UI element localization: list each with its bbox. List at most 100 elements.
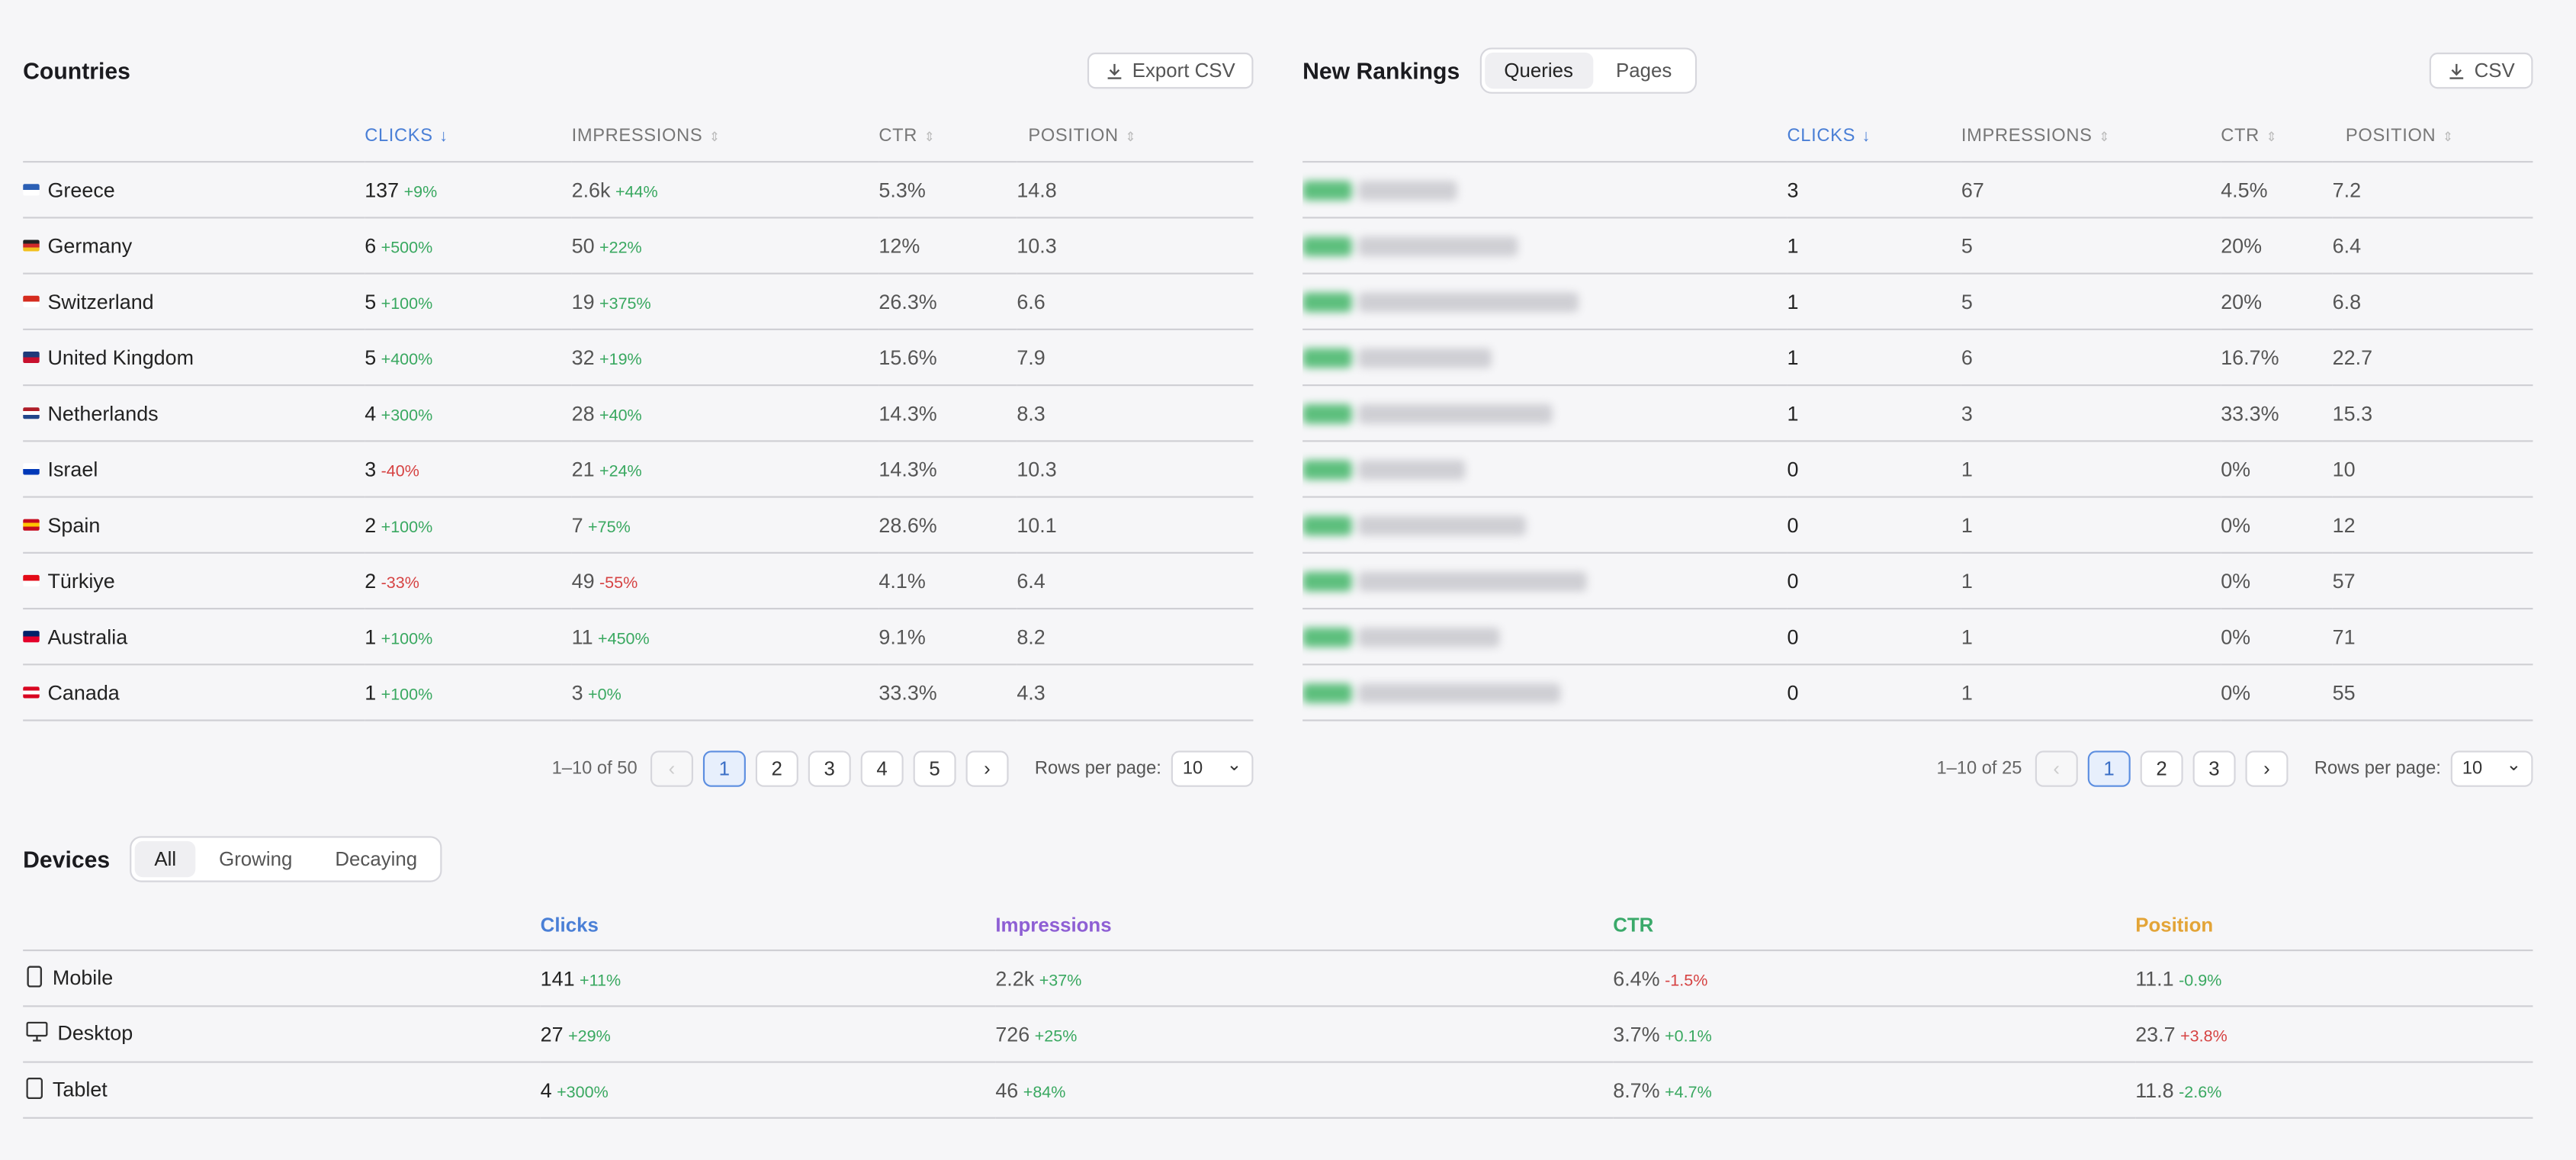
- impressions-cell: 28 +40%: [571, 385, 879, 442]
- clicks-delta: +300%: [557, 1083, 609, 1102]
- device-column-header: [23, 900, 541, 952]
- csv-button[interactable]: CSV: [2430, 52, 2533, 89]
- table-row[interactable]: United Kingdom 5 +400% 32 +19% 15.6% 7.9: [23, 329, 1254, 387]
- next-page-button[interactable]: ›: [965, 750, 1009, 787]
- page-button-5[interactable]: 5: [913, 750, 956, 787]
- page-button-3[interactable]: 3: [2192, 750, 2236, 787]
- table-row[interactable]: 3 67 4.5% 7.2: [1302, 162, 2533, 219]
- clicks-value: 27: [540, 1022, 564, 1046]
- position-cell: 4.3: [1017, 664, 1254, 721]
- table-row[interactable]: 0 1 0% 12: [1302, 496, 2533, 554]
- position-cell: 11.1 -0.9%: [2135, 950, 2533, 1007]
- tab-queries[interactable]: Queries: [1484, 52, 1593, 89]
- position-column-header[interactable]: Position ⇕: [2332, 111, 2533, 163]
- table-row[interactable]: 0 1 0% 55: [1302, 664, 2533, 721]
- table-row[interactable]: Switzerland 5 +100% 19 +375% 26.3% 6.6: [23, 273, 1254, 330]
- tab-decaying[interactable]: Decaying: [316, 841, 437, 877]
- clicks-column-header[interactable]: Clicks ↓: [365, 111, 572, 163]
- page-button-1[interactable]: 1: [702, 750, 746, 787]
- impressions-cell-delta: -55%: [599, 574, 638, 593]
- ctr-cell: 26.3%: [878, 273, 1017, 330]
- page-button-2[interactable]: 2: [2140, 750, 2183, 787]
- table-row[interactable]: 0 1 0% 71: [1302, 609, 2533, 666]
- clicks-value: 5: [365, 290, 377, 313]
- position-cell-value: 71: [2332, 625, 2356, 648]
- table-row[interactable]: 0 1 0% 10: [1302, 441, 2533, 498]
- impressions-cell-delta: +84%: [1023, 1083, 1066, 1102]
- table-row[interactable]: Desktop 27 +29% 726 +25% 3.7% +0.1% 23.7 +3.8%: [23, 1006, 2533, 1063]
- flag-icon: [23, 239, 40, 251]
- next-page-button[interactable]: ›: [2245, 750, 2289, 787]
- page-button-4[interactable]: 4: [860, 750, 904, 787]
- table-row[interactable]: 1 5 20% 6.4: [1302, 217, 2533, 275]
- impressions-column-header[interactable]: Impressions ⇕: [1961, 111, 2221, 163]
- page-button-3[interactable]: 3: [808, 750, 851, 787]
- position-cell: 7.9: [1017, 329, 1254, 387]
- clicks-cell: 4 +300%: [365, 385, 572, 442]
- redacted-block: [1302, 683, 1352, 704]
- prev-page-button[interactable]: ‹: [650, 750, 693, 787]
- table-row[interactable]: 0 1 0% 57: [1302, 552, 2533, 610]
- position-cell-value: 12: [2332, 513, 2356, 537]
- table-row[interactable]: Türkiye 2 -33% 49 -55% 4.1% 6.4: [23, 552, 1254, 610]
- ctr-cell: 0%: [2221, 496, 2333, 554]
- tab-pages[interactable]: Pages: [1596, 53, 1691, 88]
- table-row[interactable]: Mobile 141 +11% 2.2k +37% 6.4% -1.5% 11.1 -0.9%: [23, 950, 2533, 1007]
- table-row[interactable]: 1 6 16.7% 22.7: [1302, 329, 2533, 387]
- position-cell: 6.6: [1017, 273, 1254, 330]
- position-cell-value: 55: [2332, 680, 2356, 704]
- impressions-cell: 3: [1961, 385, 2221, 442]
- country-name: Greece: [47, 178, 115, 201]
- rows-per-page-select[interactable]: 10 ⌄: [2450, 750, 2533, 787]
- export-csv-button[interactable]: Export CSV: [1087, 52, 1254, 89]
- ctr-cell: 0%: [2221, 552, 2333, 610]
- impressions-column-header[interactable]: Impressions ⇕: [571, 111, 879, 163]
- rows-per-page-select[interactable]: 10 ⌄: [1171, 750, 1254, 787]
- page-button-1[interactable]: 1: [2087, 750, 2131, 787]
- table-row[interactable]: 1 3 33.3% 15.3: [1302, 385, 2533, 442]
- clicks-cell: 2 +100%: [365, 496, 572, 554]
- clicks-value: 1: [365, 625, 377, 648]
- redacted-block: [1302, 516, 1352, 536]
- clicks-value: 2: [365, 513, 377, 537]
- table-row[interactable]: Netherlands 4 +300% 28 +40% 14.3% 8.3: [23, 385, 1254, 442]
- prev-page-button[interactable]: ‹: [2035, 750, 2078, 787]
- position-cell-value: 14.8: [1017, 178, 1057, 201]
- impressions-cell-value: 46: [995, 1078, 1019, 1102]
- clicks-value: 4: [540, 1078, 552, 1102]
- query-cell-redacted: [1302, 273, 1787, 330]
- country-cell: Switzerland: [23, 273, 365, 330]
- position-column-header[interactable]: Position ⇕: [1017, 111, 1254, 163]
- impressions-cell: 5: [1961, 273, 2221, 330]
- table-row[interactable]: Canada 1 +100% 3 +0% 33.3% 4.3: [23, 664, 1254, 721]
- position-cell: 10: [2332, 441, 2533, 498]
- country-name: Australia: [47, 625, 128, 648]
- ctr-column-header[interactable]: CTR ⇕: [2221, 111, 2333, 163]
- table-row[interactable]: Germany 6 +500% 50 +22% 12% 10.3: [23, 217, 1254, 275]
- position-cell-value: 15.3: [2332, 401, 2373, 425]
- tab-all[interactable]: All: [134, 840, 196, 878]
- table-row[interactable]: Tablet 4 +300% 46 +84% 8.7% +4.7% 11.8 -2.6%: [23, 1062, 2533, 1119]
- ctr-cell: 20%: [2221, 273, 2333, 330]
- table-row[interactable]: 1 5 20% 6.8: [1302, 273, 2533, 330]
- impressions-cell: 3 +0%: [571, 664, 879, 721]
- clicks-column-header[interactable]: Clicks ↓: [1787, 111, 1961, 163]
- desktop-icon: [26, 1021, 48, 1046]
- ctr-column-header[interactable]: CTR ⇕: [878, 111, 1017, 163]
- ctr-cell: 0%: [2221, 609, 2333, 666]
- clicks-cell: 137 +9%: [365, 162, 572, 219]
- table-row[interactable]: Greece 137 +9% 2.6k +44% 5.3% 14.8: [23, 162, 1254, 219]
- ctr-cell: 4.1%: [878, 552, 1017, 610]
- sort-icon: ⇕: [2266, 130, 2278, 145]
- clicks-value: 0: [1787, 569, 1799, 593]
- country-name: Spain: [47, 513, 101, 537]
- page-button-2[interactable]: 2: [755, 750, 798, 787]
- redacted-query: [1302, 290, 1585, 313]
- clicks-value: 3: [365, 457, 377, 481]
- table-row[interactable]: Australia 1 +100% 11 +450% 9.1% 8.2: [23, 609, 1254, 666]
- flag-icon: [23, 462, 40, 474]
- table-row[interactable]: Israel 3 -40% 21 +24% 14.3% 10.3: [23, 441, 1254, 498]
- table-row[interactable]: Spain 2 +100% 7 +75% 28.6% 10.1: [23, 496, 1254, 554]
- impressions-cell-delta: +44%: [615, 183, 658, 201]
- tab-growing[interactable]: Growing: [199, 841, 312, 877]
